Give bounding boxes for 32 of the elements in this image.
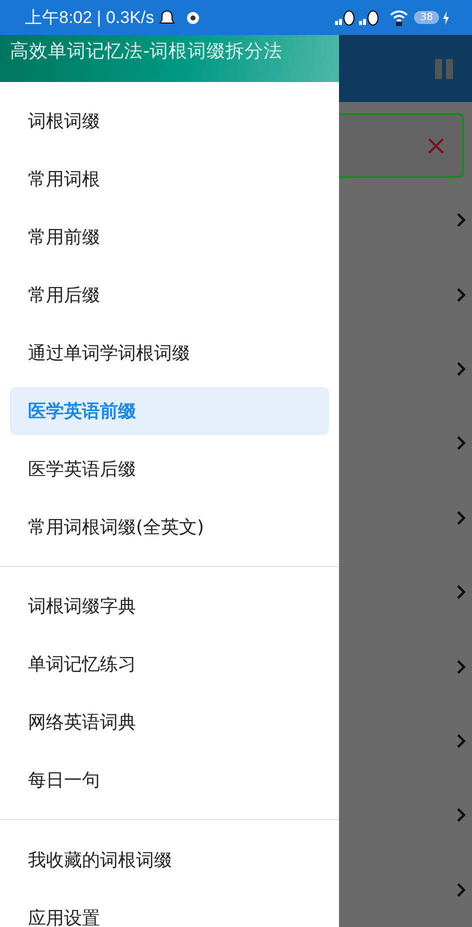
chevron-right-icon — [456, 286, 466, 303]
chevron-right-icon — [456, 584, 466, 600]
menu-item[interactable]: 常用后缀 — [10, 271, 329, 319]
chevron-right-icon — [456, 361, 466, 378]
menu-item[interactable]: 单词记忆练习 — [10, 640, 329, 688]
chevron-right-icon — [456, 882, 466, 898]
menu-item[interactable]: 常用词根词缀(全英文) — [10, 503, 329, 551]
close-icon — [428, 138, 444, 154]
battery-level: 38 — [414, 11, 439, 24]
chevron-right-icon — [456, 510, 466, 526]
chevron-right-icon — [456, 733, 466, 750]
status-time: 上午8:02 | 0.3K/s — [25, 7, 154, 29]
menu-item[interactable]: 网络英语词典 — [10, 698, 329, 746]
menu-item[interactable]: 词根词缀字典 — [10, 582, 329, 630]
chevron-right-icon — [456, 658, 466, 675]
menu-item[interactable]: 每日一句 — [10, 756, 329, 804]
record-icon — [186, 10, 200, 24]
menu-item[interactable]: 应用设置 — [10, 894, 329, 927]
menu-item[interactable]: 医学英语后缀 — [10, 445, 329, 493]
chevron-right-icon — [456, 435, 466, 452]
menu-item[interactable]: 常用词根 — [10, 155, 329, 203]
bell-icon — [158, 8, 176, 26]
menu-item[interactable]: 通过单词学词根词缀 — [10, 329, 329, 377]
menu-item[interactable]: 常用前缀 — [10, 213, 329, 261]
chevron-right-icon — [456, 807, 466, 824]
chevron-right-icon — [456, 212, 466, 228]
menu-item[interactable]: 我收藏的词根词缀 — [10, 836, 329, 884]
wifi-icon — [390, 8, 408, 26]
charging-icon — [442, 10, 450, 24]
pause-icon — [434, 58, 454, 80]
drawer-title: 高效单词记忆法-词根词缀拆分法 — [9, 40, 283, 63]
menu-item[interactable]: 词根词缀 — [10, 97, 329, 145]
